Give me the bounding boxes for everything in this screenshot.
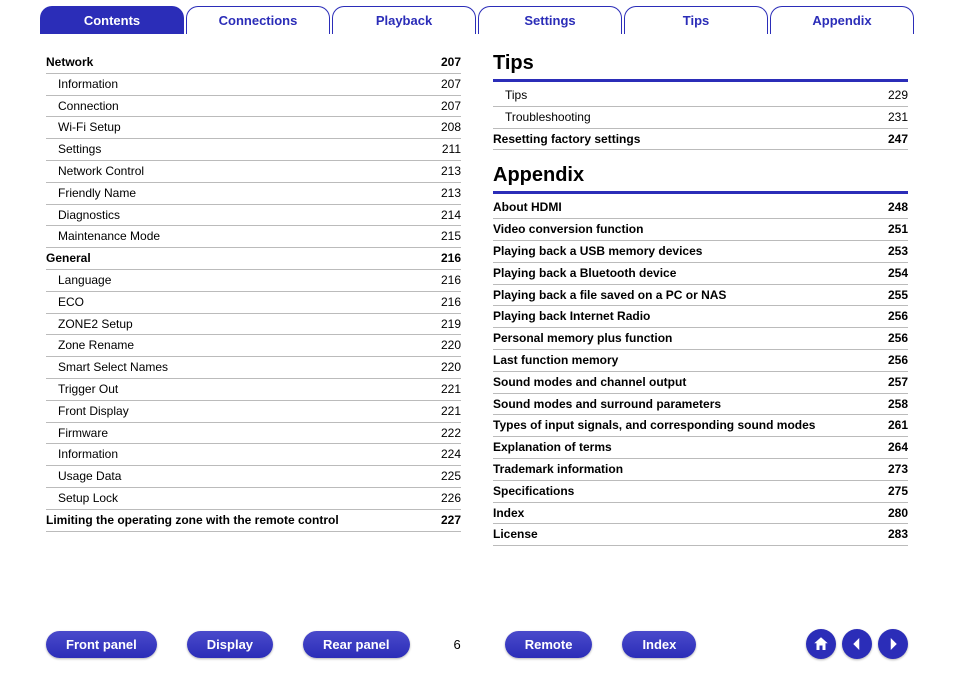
toc-entry[interactable]: Smart Select Names220 (46, 357, 461, 379)
footer-bar: Front panel Display Rear panel 6 Remote Ind… (0, 629, 954, 659)
toc-entry[interactable]: Language216 (46, 270, 461, 292)
toc-entry[interactable]: Playing back a USB memory devices253 (493, 241, 908, 263)
tab-playback[interactable]: Playback (332, 6, 476, 34)
tab-bar: ContentsConnectionsPlaybackSettingsTipsA… (0, 0, 954, 34)
toc-entry[interactable]: ZONE2 Setup219 (46, 314, 461, 336)
toc-entry[interactable]: Sound modes and channel output257 (493, 372, 908, 394)
toc-entry[interactable]: Tips229 (493, 85, 908, 107)
toc-entry[interactable]: Network Control213 (46, 161, 461, 183)
tab-appendix[interactable]: Appendix (770, 6, 914, 34)
home-icon[interactable] (806, 629, 836, 659)
toc-entry[interactable]: Playing back a Bluetooth device254 (493, 263, 908, 285)
toc-entry[interactable]: About HDMI248 (493, 197, 908, 219)
prev-arrow-icon[interactable] (842, 629, 872, 659)
tab-contents[interactable]: Contents (40, 6, 184, 34)
next-arrow-icon[interactable] (878, 629, 908, 659)
toc-entry[interactable]: Front Display221 (46, 401, 461, 423)
toc-entry[interactable]: Network207 (46, 52, 461, 74)
toc-entry[interactable]: Wi-Fi Setup208 (46, 117, 461, 139)
toc-entry[interactable]: Troubleshooting231 (493, 107, 908, 129)
toc-entry[interactable]: ECO216 (46, 292, 461, 314)
nav-icons (806, 629, 908, 659)
toc-entry[interactable]: Specifications275 (493, 481, 908, 503)
tab-connections[interactable]: Connections (186, 6, 330, 34)
toc-entry[interactable]: Last function memory256 (493, 350, 908, 372)
footer-button-remote[interactable]: Remote (505, 631, 593, 658)
footer-button-rear-panel[interactable]: Rear panel (303, 631, 409, 658)
toc-entry[interactable]: Setup Lock226 (46, 488, 461, 510)
toc-entry[interactable]: Types of input signals, and correspondin… (493, 415, 908, 437)
toc-entry[interactable]: Connection207 (46, 96, 461, 118)
toc-entry[interactable]: Playing back Internet Radio256 (493, 306, 908, 328)
toc-content: Network207Information207Connection207Wi-… (0, 34, 954, 560)
page-number: 6 (454, 637, 461, 652)
toc-entry[interactable]: Diagnostics214 (46, 205, 461, 227)
toc-right-column: Tips Tips229Troubleshooting231Resetting f… (493, 52, 908, 560)
toc-entry[interactable]: Video conversion function251 (493, 219, 908, 241)
section-title: Appendix (493, 164, 908, 187)
toc-entry[interactable]: Friendly Name213 (46, 183, 461, 205)
toc-entry[interactable]: Usage Data225 (46, 466, 461, 488)
toc-entry[interactable]: Playing back a file saved on a PC or NAS… (493, 285, 908, 307)
toc-entry[interactable]: Personal memory plus function256 (493, 328, 908, 350)
toc-entry[interactable]: Zone Rename220 (46, 335, 461, 357)
footer-button-index[interactable]: Index (622, 631, 696, 658)
footer-button-front-panel[interactable]: Front panel (46, 631, 157, 658)
toc-entry[interactable]: Resetting factory settings247 (493, 129, 908, 151)
section-title: Tips (493, 52, 908, 75)
toc-entry[interactable]: Limiting the operating zone with the rem… (46, 510, 461, 532)
toc-entry[interactable]: Settings211 (46, 139, 461, 161)
toc-entry[interactable]: Index280 (493, 503, 908, 525)
footer-button-display[interactable]: Display (187, 631, 273, 658)
toc-entry[interactable]: Information224 (46, 444, 461, 466)
toc-left-column: Network207Information207Connection207Wi-… (46, 52, 461, 560)
tab-tips[interactable]: Tips (624, 6, 768, 34)
toc-entry[interactable]: License283 (493, 524, 908, 546)
toc-entry[interactable]: Firmware222 (46, 423, 461, 445)
toc-entry[interactable]: Trigger Out221 (46, 379, 461, 401)
toc-entry[interactable]: Trademark information273 (493, 459, 908, 481)
toc-entry[interactable]: Information207 (46, 74, 461, 96)
toc-entry[interactable]: Maintenance Mode215 (46, 226, 461, 248)
toc-entry[interactable]: General216 (46, 248, 461, 270)
toc-entry[interactable]: Sound modes and surround parameters258 (493, 394, 908, 416)
tab-settings[interactable]: Settings (478, 6, 622, 34)
toc-entry[interactable]: Explanation of terms264 (493, 437, 908, 459)
